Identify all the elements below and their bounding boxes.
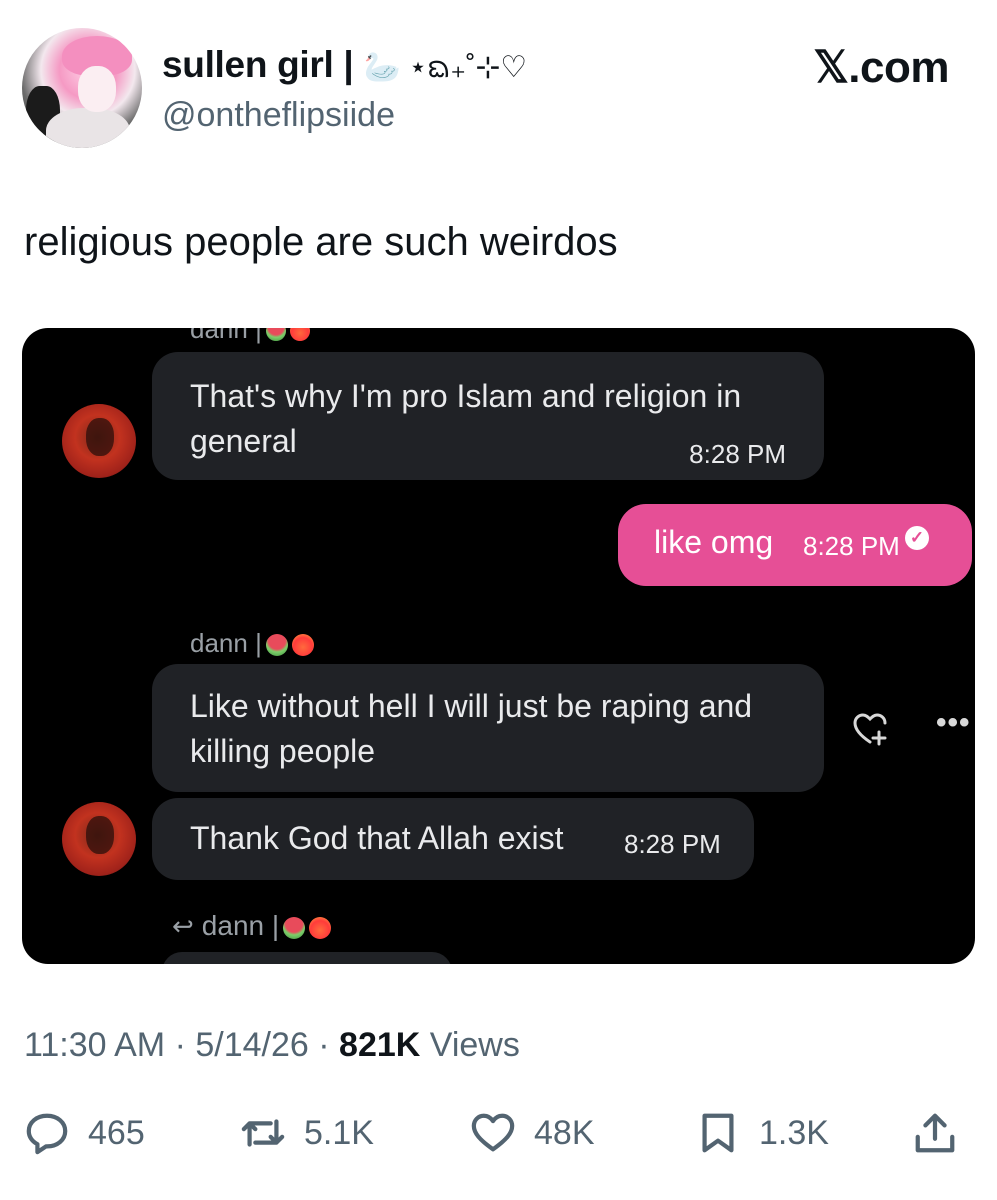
- message-bubble: Thank God that Allah exist 8:28 PM: [152, 798, 754, 880]
- like-count: 48K: [534, 1113, 595, 1152]
- message-bubble: Like without hell I will just be raping …: [152, 664, 824, 792]
- heart-fire-icon: [289, 328, 310, 342]
- bookmark-button[interactable]: 1.3K: [695, 1108, 829, 1158]
- more-options-icon: •••: [936, 706, 971, 739]
- reply-button[interactable]: 465: [24, 1108, 145, 1158]
- profile-avatar[interactable]: [22, 28, 142, 148]
- views-label: Views: [429, 1026, 520, 1064]
- heart-fire-icon: [291, 634, 314, 657]
- message-time: 8:28 PM: [624, 829, 721, 859]
- sender-label: dann |: [190, 628, 314, 659]
- display-name[interactable]: sullen girl | 🦢 ⋆ᨳ₊˚⊹♡: [162, 44, 527, 93]
- like-button[interactable]: 48K: [470, 1108, 595, 1158]
- message-text: Like without hell I will just be raping …: [190, 688, 753, 769]
- avatar-shape: [86, 418, 114, 456]
- message-text: That's why I'm pro Islam and religion in…: [190, 378, 742, 459]
- reply-arrow-icon: ↩: [172, 911, 194, 941]
- avatar-shape: [46, 108, 130, 148]
- message-bubble-partial: [162, 952, 452, 964]
- bookmark-icon: [702, 1113, 734, 1153]
- message-bubble-sent: like omg 8:28 PM ✓: [618, 504, 972, 586]
- repost-icon: [241, 1119, 285, 1147]
- heart-icon: [471, 1113, 515, 1152]
- message-time: 8:28 PM: [803, 531, 900, 561]
- repost-button[interactable]: 5.1K: [240, 1108, 374, 1158]
- name-decoration: 🦢 ⋆ᨳ₊˚⊹♡: [363, 51, 527, 84]
- message-bubble: That's why I'm pro Islam and religion in…: [152, 352, 824, 480]
- message-time: 8:28 PM: [689, 439, 786, 469]
- share-icon: [915, 1113, 955, 1153]
- avatar-shape: [78, 66, 116, 112]
- sender-name: dann |: [190, 628, 262, 658]
- tweet-image[interactable]: dann | That's why I'm pro Islam and reli…: [22, 328, 975, 964]
- heart-fire-icon: [309, 916, 332, 939]
- chat-avatar: [62, 404, 136, 478]
- sender-name: dann |: [190, 328, 262, 344]
- add-reaction-icon: [853, 713, 887, 746]
- reply-count: 465: [88, 1113, 145, 1152]
- tweet-time[interactable]: 11:30 AM: [24, 1026, 165, 1064]
- reply-icon: [26, 1113, 68, 1155]
- watermelon-icon: [265, 328, 286, 342]
- avatar-shape: [86, 816, 114, 854]
- tweet-meta: 11:30 AM · 5/14/26 · 821K Views: [24, 1026, 520, 1064]
- repost-count: 5.1K: [304, 1113, 374, 1152]
- sender-label: ↩ dann |: [172, 910, 332, 942]
- tweet-text: religious people are such weirdos: [24, 220, 618, 264]
- share-button[interactable]: [912, 1108, 976, 1158]
- chat-avatar: [62, 802, 136, 876]
- message-text: like omg: [654, 524, 774, 560]
- tweet-date[interactable]: 5/14/26: [195, 1026, 308, 1064]
- watermelon-icon: [283, 916, 306, 939]
- sender-label: dann |: [190, 328, 310, 345]
- display-name-text: sullen girl |: [162, 44, 354, 85]
- watermelon-icon: [265, 634, 288, 657]
- views-count: 821K: [339, 1026, 421, 1064]
- message-text: Thank God that Allah exist: [190, 820, 564, 856]
- read-check-icon: ✓: [905, 526, 929, 550]
- sender-name: dann |: [201, 910, 280, 941]
- bookmark-count: 1.3K: [759, 1113, 829, 1152]
- user-handle[interactable]: @ontheflipsiide: [162, 96, 395, 135]
- x-logo: 𝕏.com: [813, 43, 949, 92]
